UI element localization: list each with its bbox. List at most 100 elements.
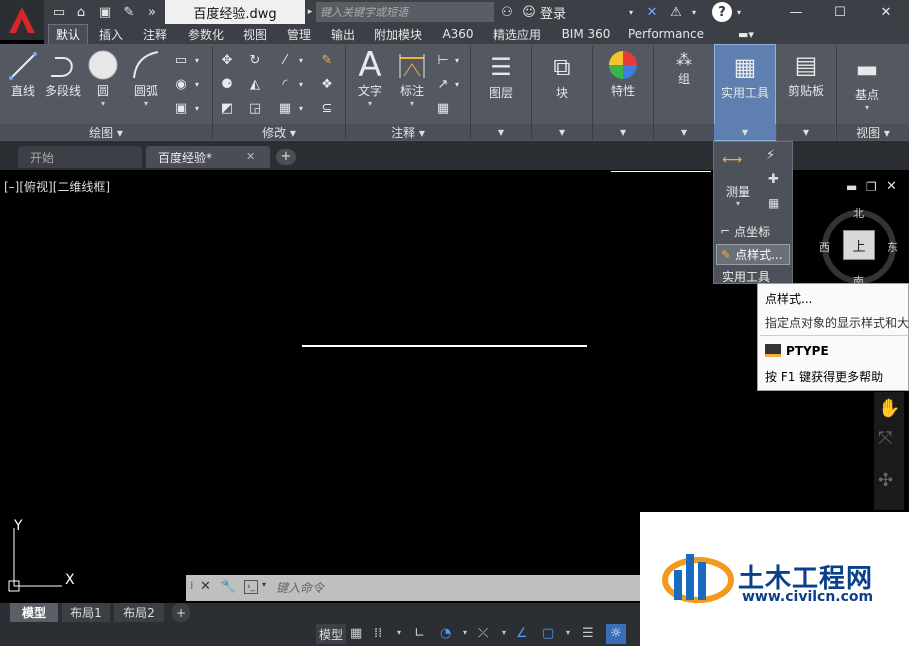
compass-west[interactable]: 西 bbox=[819, 239, 830, 255]
fillet-dropdown-icon[interactable]: ▾ bbox=[296, 75, 306, 93]
connect-dropdown-icon[interactable]: ▾ bbox=[689, 2, 699, 22]
command-settings-icon[interactable]: 🔧 bbox=[220, 579, 236, 594]
maximize-button[interactable]: ☐ bbox=[830, 2, 850, 22]
annotation-scale-icon[interactable]: ☼ bbox=[606, 624, 626, 644]
hatch-dropdown-icon[interactable]: ▾ bbox=[192, 75, 202, 93]
scale-icon[interactable]: ◲ bbox=[246, 99, 264, 117]
help-icon[interactable]: ? bbox=[712, 2, 732, 22]
tab-featured-apps[interactable]: 精选应用 bbox=[484, 24, 550, 44]
stretch-icon[interactable]: ◩ bbox=[218, 99, 236, 117]
tab-output[interactable]: 输出 bbox=[324, 24, 362, 44]
calculator-small-icon[interactable]: ▦ bbox=[768, 196, 779, 210]
pan-icon[interactable]: ✋ bbox=[878, 398, 900, 419]
clipboard-button[interactable]: ▤ 剪贴板 bbox=[780, 48, 832, 99]
tab-view[interactable]: 视图 bbox=[236, 24, 274, 44]
file-tab-start[interactable]: 开始 bbox=[18, 146, 142, 168]
trim-dropdown-icon[interactable]: ▾ bbox=[296, 51, 306, 69]
text-button[interactable]: A 文字 ▾ bbox=[352, 45, 388, 108]
object-snap-dropdown-icon[interactable]: ▾ bbox=[566, 628, 570, 637]
model-space-button[interactable]: 模型 bbox=[316, 624, 346, 644]
viewport-label[interactable]: [–][俯视][二维线框] bbox=[4, 178, 110, 195]
grid-icon[interactable]: ▦ bbox=[350, 626, 362, 641]
rotate-icon[interactable]: ↻ bbox=[246, 51, 264, 69]
viewport-close-icon[interactable]: ✕ bbox=[886, 179, 897, 194]
snap-dropdown-icon[interactable]: ▾ bbox=[397, 628, 401, 637]
polyline-button[interactable]: 多段线 bbox=[44, 48, 82, 99]
tab-parametric[interactable]: 参数化 bbox=[180, 24, 232, 44]
snap-icon[interactable]: ⁞⁞ bbox=[374, 626, 382, 641]
binoculars-icon[interactable]: ⚇ bbox=[498, 2, 516, 22]
command-grip-icon[interactable]: ⁞ bbox=[190, 579, 194, 592]
orbit-icon[interactable]: ✣ bbox=[878, 470, 893, 491]
isodraft-dropdown-icon[interactable]: ▾ bbox=[502, 628, 506, 637]
leader-icon[interactable]: ↗ bbox=[434, 75, 452, 93]
clipboard-dropdown-icon[interactable]: ▾ bbox=[777, 124, 835, 140]
viewport-restore-icon[interactable]: ❐ bbox=[866, 180, 877, 194]
modify-panel-title[interactable]: 修改 ▾ bbox=[213, 124, 345, 140]
offset-icon[interactable]: ⊆ bbox=[318, 99, 336, 117]
leader-dropdown-icon[interactable]: ▾ bbox=[452, 75, 462, 93]
command-prompt-icon[interactable]: ›_ bbox=[244, 580, 258, 594]
object-tracking-icon[interactable]: ∠ bbox=[516, 626, 528, 641]
save-as-icon[interactable]: ✎ bbox=[120, 3, 138, 21]
move-icon[interactable]: ✥ bbox=[218, 51, 236, 69]
annotation-panel-title[interactable]: 注释 ▾ bbox=[346, 124, 470, 140]
add-tab-button[interactable]: + bbox=[276, 149, 296, 165]
polar-icon[interactable]: ◔ bbox=[440, 626, 451, 641]
command-input[interactable]: 键入命令 bbox=[276, 579, 636, 597]
connect-icon[interactable]: ⚠ bbox=[666, 2, 686, 22]
drawn-line[interactable] bbox=[302, 345, 587, 347]
dimension-button[interactable]: 标注 ▾ bbox=[394, 48, 430, 108]
save-icon[interactable]: ▣ bbox=[96, 3, 114, 21]
text-dropdown-icon[interactable]: ▾ bbox=[368, 99, 372, 108]
viewcube-face[interactable]: 上 bbox=[843, 230, 875, 260]
command-close-icon[interactable]: ✕ bbox=[200, 579, 211, 594]
properties-dropdown-icon[interactable]: ▾ bbox=[593, 124, 653, 140]
hatch-icon[interactable]: ◉ bbox=[172, 75, 190, 93]
region-icon[interactable]: ▣ bbox=[172, 99, 190, 117]
isodraft-icon[interactable]: ⤫ bbox=[478, 626, 488, 641]
trim-icon[interactable]: ⁄ bbox=[276, 51, 294, 69]
new-file-icon[interactable]: ▭ bbox=[50, 3, 68, 21]
base-button[interactable]: ▬ 基点 ▾ bbox=[844, 52, 890, 112]
add-layout-icon[interactable]: + bbox=[172, 603, 190, 622]
login-dropdown-icon[interactable]: ▾ bbox=[626, 2, 636, 22]
arc-button[interactable]: 圆弧 ▾ bbox=[128, 48, 164, 108]
compass-north[interactable]: 北 bbox=[853, 205, 864, 221]
tab-default[interactable]: 默认 bbox=[48, 24, 88, 44]
search-arrow-icon[interactable]: ▸ bbox=[304, 2, 316, 22]
arc-dropdown-icon[interactable]: ▾ bbox=[144, 99, 148, 108]
view-panel-title[interactable]: 视图 ▾ bbox=[837, 124, 909, 140]
tab-insert[interactable]: 插入 bbox=[92, 24, 130, 44]
open-folder-icon[interactable]: ⌂ bbox=[72, 3, 90, 21]
layers-button[interactable]: ☰ 图层 bbox=[478, 50, 524, 101]
more-qa-icon[interactable]: » bbox=[143, 3, 161, 21]
close-tab-icon[interactable]: ✕ bbox=[246, 150, 260, 164]
rectangle-icon[interactable]: ▭ bbox=[172, 51, 190, 69]
ribbon-toggle-icon[interactable]: ▬▾ bbox=[732, 24, 760, 44]
copy-icon[interactable]: ⚈ bbox=[218, 75, 236, 93]
ortho-icon[interactable]: ∟ bbox=[414, 626, 425, 641]
app-menu-button[interactable] bbox=[0, 0, 44, 40]
dimension-dropdown-icon[interactable]: ▾ bbox=[410, 99, 414, 108]
layers-dropdown-icon[interactable]: ▾ bbox=[471, 124, 531, 140]
exchange-icon[interactable]: ✕ bbox=[642, 2, 662, 22]
close-button[interactable]: ✕ bbox=[876, 2, 896, 22]
tab-a360[interactable]: A360 bbox=[436, 24, 480, 44]
array-dropdown-icon[interactable]: ▾ bbox=[296, 99, 306, 117]
mirror-icon[interactable]: ◭ bbox=[246, 75, 264, 93]
array-icon[interactable]: ▦ bbox=[276, 99, 294, 117]
zoom-icon[interactable]: ⤧ bbox=[878, 428, 892, 449]
login-button[interactable]: 登录 bbox=[540, 2, 580, 22]
tab-performance[interactable]: Performance bbox=[622, 24, 710, 44]
table-icon[interactable]: ▦ bbox=[434, 99, 452, 117]
linear-dim-dropdown-icon[interactable]: ▾ bbox=[452, 51, 462, 69]
layout-tab-model[interactable]: 模型 bbox=[10, 603, 58, 622]
base-dropdown-icon[interactable]: ▾ bbox=[865, 103, 869, 112]
minimize-button[interactable]: — bbox=[786, 2, 806, 22]
lineweight-icon[interactable]: ☰ bbox=[582, 626, 594, 641]
object-snap-icon[interactable]: ▢ bbox=[542, 626, 554, 641]
utilities-dropdown-icon[interactable]: ▾ bbox=[714, 124, 776, 140]
tab-manage[interactable]: 管理 bbox=[280, 24, 318, 44]
explode-icon[interactable]: ❖ bbox=[318, 75, 336, 93]
